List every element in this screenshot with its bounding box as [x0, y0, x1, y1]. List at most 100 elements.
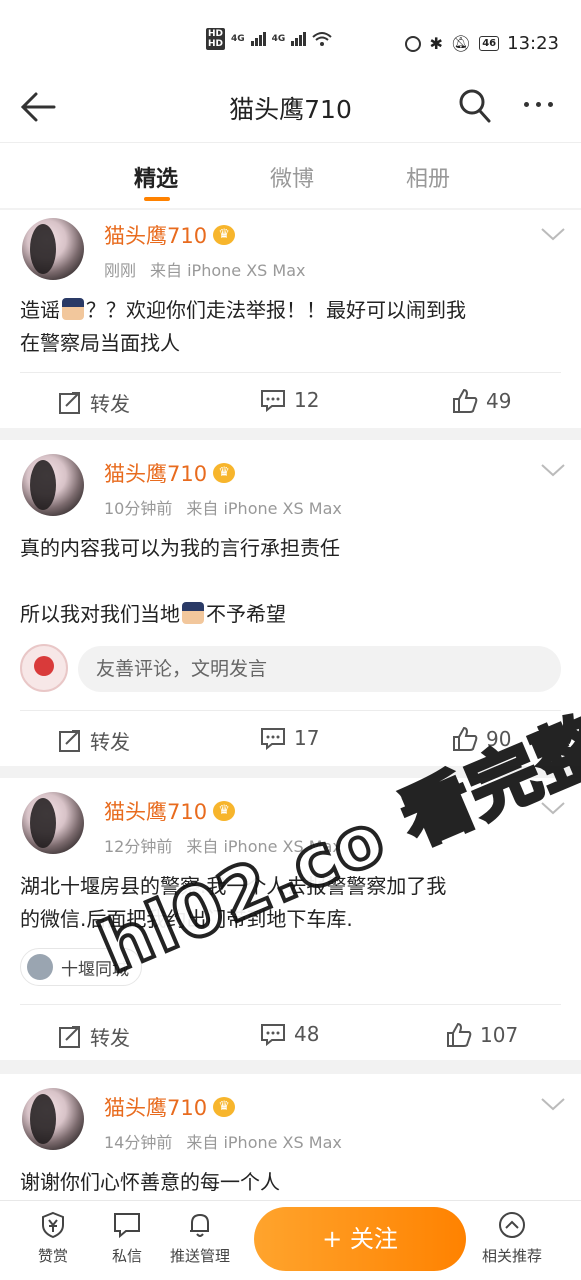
bell-icon	[190, 1213, 209, 1237]
hd-label-1: HD	[208, 29, 224, 39]
signal-type-2: 4G	[271, 34, 286, 44]
comment-button[interactable]: 12	[260, 388, 319, 412]
comment-icon	[261, 1024, 285, 1046]
push-settings-button[interactable]: 推送管理	[170, 1211, 230, 1266]
reward-button[interactable]: 赞赏	[38, 1211, 68, 1266]
comment-icon	[261, 390, 285, 412]
post-text-segment: 在警察局当面找人	[20, 331, 180, 355]
username-text: 猫头鹰710	[104, 800, 208, 824]
chevron-up-circle-icon	[499, 1212, 525, 1238]
battery-icon: 46	[479, 36, 500, 51]
divider	[20, 372, 561, 373]
comment-button[interactable]: 48	[260, 1022, 319, 1046]
status-bar: HD HD 4G 4G ✱ 🔕︎ 46 13:23	[0, 0, 581, 72]
chevron-down-icon[interactable]	[540, 462, 566, 478]
signal-bars-icon	[250, 32, 266, 46]
post-username[interactable]: 猫头鹰710 ♛	[104, 220, 236, 250]
follow-button[interactable]: + 关注	[254, 1207, 466, 1271]
like-count: 49	[486, 389, 512, 413]
avatar[interactable]	[22, 792, 84, 854]
post-meta: 14分钟前 来自 iPhone XS Max	[104, 1129, 342, 1153]
post-username[interactable]: 猫头鹰710 ♛	[104, 796, 236, 826]
wifi-icon	[312, 32, 332, 46]
hd-badge: HD HD	[206, 28, 226, 50]
active-tab-indicator	[144, 197, 170, 201]
post-username[interactable]: 猫头鹰710 ♛	[104, 458, 236, 488]
message-label: 私信	[112, 1247, 143, 1265]
post-time: 14分钟前	[104, 1133, 173, 1152]
post-text-segment: 真的内容我可以为我的言行承担责任	[20, 536, 340, 560]
related-label: 相关推荐	[482, 1247, 543, 1265]
post-time: 12分钟前	[104, 837, 173, 856]
vip-crown-icon: ♛	[213, 1097, 236, 1117]
repost-button[interactable]: 转发	[58, 726, 130, 755]
post-card: 猫头鹰710 ♛ 刚刚 来自 iPhone XS Max 造谣 ？？欢迎你们走法举报！…	[0, 210, 581, 428]
post-username[interactable]: 猫头鹰710 ♛	[104, 1092, 236, 1122]
repost-icon	[59, 1025, 80, 1048]
post-text-segment: 不予希望	[206, 602, 286, 626]
post-card: 猫头鹰710 ♛ 14分钟前 来自 iPhone XS Max 谢谢你们心怀善意的每…	[0, 1074, 581, 1200]
repost-button[interactable]: 转发	[58, 1022, 130, 1051]
signal-bars-icon	[291, 32, 307, 46]
more-options-icon[interactable]	[524, 102, 553, 107]
avatar[interactable]	[22, 1088, 84, 1150]
avatar[interactable]	[22, 454, 84, 516]
hd-label-2: HD	[208, 39, 224, 49]
message-button[interactable]: 私信	[112, 1211, 142, 1266]
divider	[20, 710, 561, 711]
post-text-segment: 谢谢你们心怀善意的每一个人	[20, 1170, 280, 1194]
comment-count: 17	[294, 726, 320, 750]
bluetooth-icon: ✱	[429, 34, 443, 53]
thumbs-up-icon	[453, 388, 478, 413]
clock: 13:23	[507, 33, 559, 54]
like-button[interactable]: 107	[446, 1022, 518, 1048]
post-text-segment: 所以我对我们当地	[20, 602, 180, 626]
comment-box: 友善评论，文明发言	[20, 644, 561, 692]
post-card: 猫头鹰710 ♛ 10分钟前 来自 iPhone XS Max 真的内容我可以为我的…	[0, 440, 581, 766]
status-right: ✱ 🔕︎ 46 13:23	[405, 33, 559, 54]
username-text: 猫头鹰710	[104, 1096, 208, 1120]
police-emoji-icon	[182, 602, 204, 624]
related-recommend-button[interactable]: 相关推荐	[482, 1211, 542, 1266]
post-body: 谢谢你们心怀善意的每一个人	[20, 1166, 565, 1199]
comment-count: 48	[294, 1022, 320, 1046]
comment-input[interactable]: 友善评论，文明发言	[78, 646, 561, 692]
police-emoji-icon	[62, 298, 84, 320]
top-nav: 猫头鹰710	[0, 72, 581, 142]
post-meta: 刚刚 来自 iPhone XS Max	[104, 257, 305, 281]
vip-crown-icon: ♛	[213, 225, 236, 245]
comment-icon	[261, 728, 285, 750]
chat-bubble-icon	[114, 1213, 140, 1239]
tab-album[interactable]: 相册	[406, 161, 450, 193]
post-body: 真的内容我可以为我的言行承担责任 所以我对我们当地 不予希望	[20, 532, 565, 631]
repost-icon	[59, 391, 80, 414]
comment-button[interactable]: 17	[260, 726, 319, 750]
chevron-down-icon[interactable]	[540, 226, 566, 242]
yen-badge-icon	[42, 1211, 64, 1239]
repost-label: 转发	[90, 730, 130, 754]
like-count: 107	[480, 1023, 519, 1047]
username-text: 猫头鹰710	[104, 462, 208, 486]
chevron-down-icon[interactable]	[540, 1096, 566, 1112]
repost-button[interactable]: 转发	[58, 388, 130, 417]
post-time: 10分钟前	[104, 499, 173, 518]
network-indicators: HD HD 4G 4G	[206, 28, 332, 50]
page-title: 猫头鹰710	[229, 95, 352, 124]
tab-weibo[interactable]: 微博	[270, 161, 314, 193]
bottom-action-bar: 赞赏 私信 推送管理 + 关注 相关推荐	[0, 1200, 581, 1280]
post-source: 来自 iPhone XS Max	[186, 499, 342, 518]
like-button[interactable]: 49	[452, 388, 511, 414]
repost-icon	[59, 729, 80, 752]
post-body: 造谣 ？？欢迎你们走法举报！！最好可以闹到我 在警察局当面找人	[20, 294, 565, 360]
reward-label: 赞赏	[38, 1247, 69, 1265]
post-text-segment: 造谣	[20, 298, 60, 322]
location-icon	[27, 954, 53, 980]
profile-tabs: 精选 微博 相册	[0, 142, 581, 208]
thumbs-up-icon	[447, 1022, 472, 1047]
repost-label: 转发	[90, 392, 130, 416]
post-time: 刚刚	[104, 261, 137, 280]
search-icon[interactable]	[458, 88, 492, 124]
tab-featured[interactable]: 精选	[134, 161, 178, 193]
post-text-segment: ？？欢迎你们走法举报！！最好可以闹到我	[86, 298, 466, 322]
avatar[interactable]	[22, 218, 84, 280]
